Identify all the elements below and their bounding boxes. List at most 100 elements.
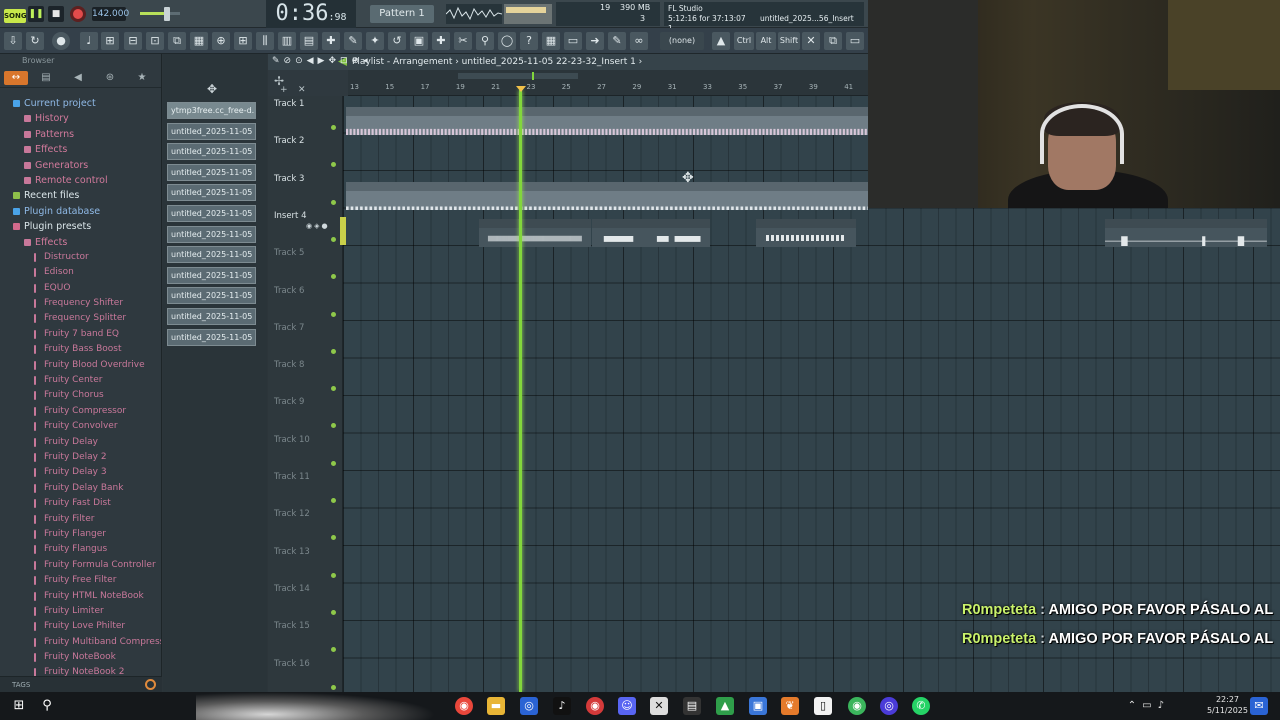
plugin-preset-item[interactable]: Fruity Flangus: [0, 542, 161, 557]
playhead-flag-icon[interactable]: [516, 86, 526, 92]
keyboard-icon[interactable]: ▭: [564, 32, 582, 50]
stop-icon[interactable]: ■: [48, 6, 64, 22]
plugin-preset-item[interactable]: Distructor: [0, 250, 161, 265]
plugin-preset-item[interactable]: Fruity Bass Boost: [0, 342, 161, 357]
track-header[interactable]: Track 7: [274, 323, 304, 333]
windows-start-icon[interactable]: ⊞: [10, 697, 28, 715]
play-pause-icon[interactable]: ❚❚: [28, 6, 44, 22]
master-volume-slider[interactable]: [140, 12, 180, 15]
clip-picker-item[interactable]: untitled_2025-11-05 22-...: [167, 143, 256, 161]
obs-icon[interactable]: ◎: [880, 697, 898, 715]
piano-roll-icon[interactable]: ▥: [278, 32, 296, 50]
step-edit-icon[interactable]: ⊡: [146, 32, 164, 50]
browser-folder[interactable]: Plugin database: [0, 204, 161, 219]
pencil-icon[interactable]: ✎: [608, 32, 626, 50]
track-mute-led[interactable]: [331, 125, 336, 130]
typing-keyboard-icon[interactable]: ▦: [190, 32, 208, 50]
browser-back-tab[interactable]: ◀: [66, 71, 90, 85]
track-header[interactable]: Track 8: [274, 360, 304, 370]
track-header[interactable]: Track 3: [274, 174, 304, 184]
move-icon[interactable]: ✥: [207, 82, 217, 96]
capcut-icon[interactable]: ✕: [650, 697, 668, 715]
playlist-tools[interactable]: ✎⊘⊙◀▶✥⊡⊕◂: [272, 56, 372, 66]
audio-clip-insert4-a[interactable]: untitled_2025-11...23-14_Insert 1: [479, 219, 591, 247]
browser-plugin-tab[interactable]: ⊛: [98, 71, 122, 85]
chat-icon[interactable]: ◯: [498, 32, 516, 50]
snap-select[interactable]: (none): [660, 32, 704, 50]
paint-icon[interactable]: ✎: [344, 32, 362, 50]
plugin-preset-item[interactable]: Fruity Multiband Compressor: [0, 635, 161, 650]
search-icon[interactable]: ⚲: [38, 697, 56, 715]
edge-icon[interactable]: ◎: [520, 697, 538, 715]
track-header[interactable]: Track 12: [274, 509, 310, 519]
song-mode-button[interactable]: SONG: [4, 9, 27, 23]
track-header[interactable]: Track 15: [274, 621, 310, 631]
clip-picker-item[interactable]: untitled_2025-11-05 22-...: [167, 308, 256, 325]
multilink-icon[interactable]: ⊞: [234, 32, 252, 50]
system-tray[interactable]: ⌃▭♪: [1128, 700, 1170, 711]
track-header[interactable]: Track 13: [274, 547, 310, 557]
plugin-preset-item[interactable]: Fruity Flanger: [0, 527, 161, 542]
track-mute-led[interactable]: [331, 572, 336, 578]
channel-rack-icon[interactable]: ▤: [300, 32, 318, 50]
plugin-preset-item[interactable]: Fruity Convolver: [0, 419, 161, 434]
plugin-preset-item[interactable]: Fruity Delay Bank: [0, 481, 161, 496]
track-header[interactable]: Track 11: [274, 472, 310, 482]
playhead-marker[interactable]: [519, 90, 522, 692]
microphone-icon[interactable]: ⚲: [476, 32, 494, 50]
window-icon[interactable]: ▭: [846, 32, 864, 50]
browser-folder[interactable]: Effects: [0, 142, 161, 157]
clip-picker-item[interactable]: untitled_2025-11-05 22-...: [167, 328, 256, 346]
track-header[interactable]: Insert 4: [274, 211, 307, 221]
snap-close-icon[interactable]: ✕: [298, 85, 306, 95]
notepad-icon[interactable]: ▤: [683, 697, 701, 715]
knob-icon[interactable]: ●: [52, 32, 70, 50]
plugin-preset-item[interactable]: Fruity Limiter: [0, 604, 161, 619]
clip-picker-item[interactable]: untitled_2025-11-05 22-...: [167, 287, 256, 305]
discord-icon[interactable]: ☺: [618, 697, 636, 715]
plugin-preset-item[interactable]: Fruity Blood Overdrive: [0, 358, 161, 373]
plugin-preset-item[interactable]: Fruity Delay 3: [0, 465, 161, 480]
plugin-preset-item[interactable]: EQUO: [0, 281, 161, 296]
tempo-display[interactable]: 142.000: [92, 7, 129, 21]
browser-all-tab[interactable]: ↔: [4, 71, 28, 85]
search-icon[interactable]: [145, 679, 156, 690]
browser-folder[interactable]: Current project: [0, 96, 161, 111]
loop-icon[interactable]: ↻: [26, 32, 44, 50]
track-mute-led[interactable]: [331, 311, 336, 317]
track-mute-led[interactable]: [331, 236, 336, 242]
audio-clip-insert4-d[interactable]: untitled_2025-11-05 22-24-34_Insert 1: [1105, 219, 1267, 247]
track-header[interactable]: Track 5: [274, 248, 304, 258]
audio-clip-track3[interactable]: untitled_2025-11-05 22-18-56_Insert 1: [346, 182, 868, 210]
plugin-preset-item[interactable]: Fruity Free Filter: [0, 573, 161, 588]
drive-icon[interactable]: ▲: [716, 697, 734, 715]
alt-key[interactable]: Alt: [756, 32, 776, 50]
clip-picker-item[interactable]: untitled_2025-11-05 22-...: [167, 225, 256, 243]
chrome-alt-icon[interactable]: ◉: [848, 697, 866, 715]
mixer-icon[interactable]: ⫼: [256, 32, 274, 50]
plugin-preset-item[interactable]: Frequency Shifter: [0, 296, 161, 311]
document-icon[interactable]: ▯: [814, 697, 832, 715]
scale-icon[interactable]: ⊕: [212, 32, 230, 50]
save-icon[interactable]: ▣: [410, 32, 428, 50]
clip-picker-item[interactable]: ytmp3free.cc_free-d...: [167, 102, 256, 119]
download-icon[interactable]: ⇩: [4, 32, 22, 50]
notification-icon[interactable]: ✉: [1250, 697, 1268, 715]
fl-studio-icon[interactable]: ❦: [781, 697, 799, 715]
track-header[interactable]: Track 14: [274, 584, 310, 594]
close-icon[interactable]: ✕: [802, 32, 820, 50]
track-mute-led[interactable]: [331, 684, 336, 690]
arrow-right-icon[interactable]: ➜: [586, 32, 604, 50]
browser-file-tab[interactable]: ▤: [34, 71, 58, 85]
blend-notes-icon[interactable]: ⧉: [168, 32, 186, 50]
clip-picker-item[interactable]: untitled_2025-11-05 22-...: [167, 246, 256, 264]
plugin-preset-item[interactable]: Fruity Delay: [0, 435, 161, 450]
cut-icon[interactable]: ✂: [454, 32, 472, 50]
track-header[interactable]: Track 10: [274, 435, 310, 445]
plugin-preset-item[interactable]: Fruity NoteBook: [0, 650, 161, 665]
audio-clip-track1[interactable]: ytmp3free.cc_free-dababy-type-beat-tokyo…: [346, 107, 868, 135]
track-header[interactable]: Track 2: [274, 136, 304, 146]
plugin-preset-item[interactable]: Fruity Center: [0, 373, 161, 388]
tiktok-icon[interactable]: ♪: [553, 697, 571, 715]
plugin-preset-item[interactable]: Fruity Formula Controller: [0, 558, 161, 573]
